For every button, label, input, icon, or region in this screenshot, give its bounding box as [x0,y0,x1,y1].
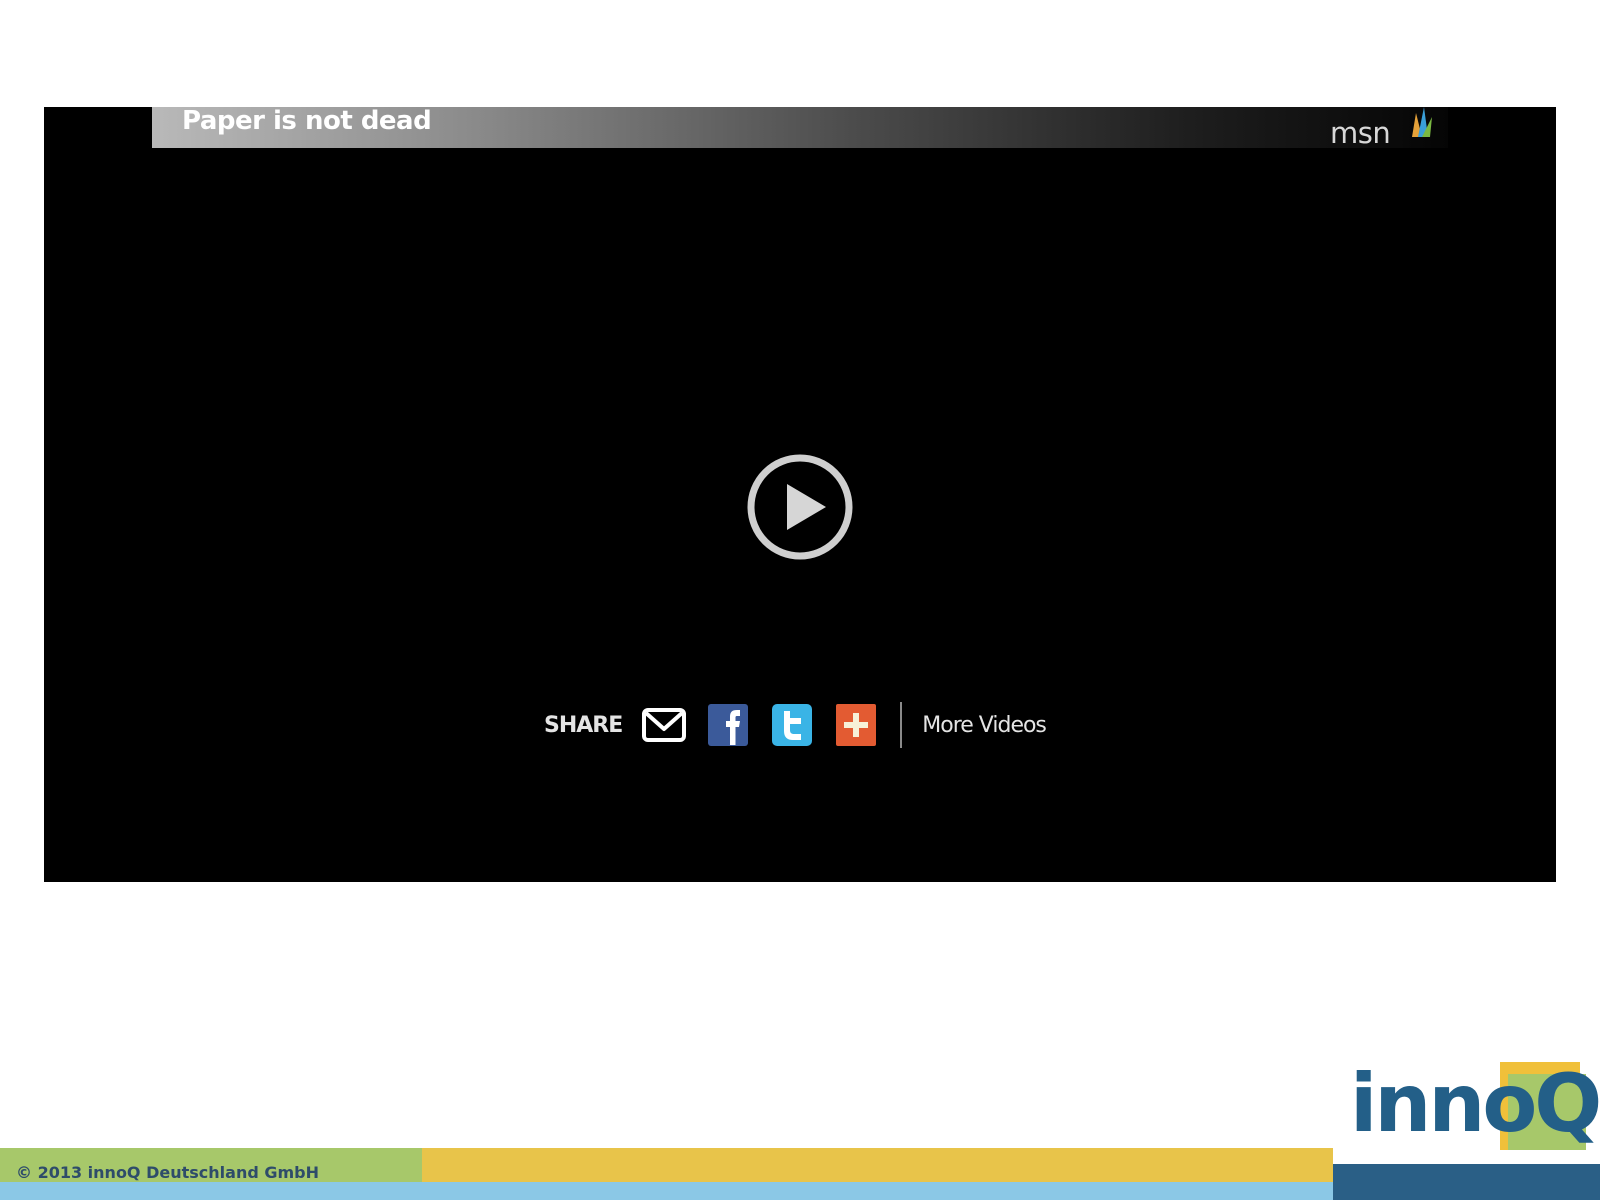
share-divider [900,702,903,748]
video-player[interactable]: Paper is not dead msn SHARE More Videos [44,107,1556,882]
more-videos-link[interactable]: More Videos [922,713,1047,738]
video-title: Paper is not dead [182,107,432,136]
play-button[interactable] [746,453,854,561]
facebook-icon[interactable] [706,703,750,747]
footer-yellow-band [422,1148,1333,1182]
twitter-icon[interactable] [770,703,814,747]
share-bar: SHARE More Videos [544,702,1047,748]
slide: Paper is not dead msn SHARE More Videos … [0,0,1600,1200]
plus-icon[interactable] [834,703,878,747]
footer-darkblue-band [1333,1164,1600,1200]
msn-butterfly-icon [1412,107,1432,137]
share-label: SHARE [544,712,623,738]
innoq-logo: innoQ [1350,1058,1600,1152]
copyright-text: © 2013 innoQ Deutschland GmbH [16,1163,320,1182]
msn-logo-text: msn [1330,116,1391,150]
footer-lightblue-band [0,1182,1333,1200]
msn-logo: msn [1330,107,1440,150]
logo-text: innoQ [1350,1057,1600,1150]
video-title-bar: Paper is not dead msn [152,107,1448,150]
envelope-icon[interactable] [642,703,687,747]
